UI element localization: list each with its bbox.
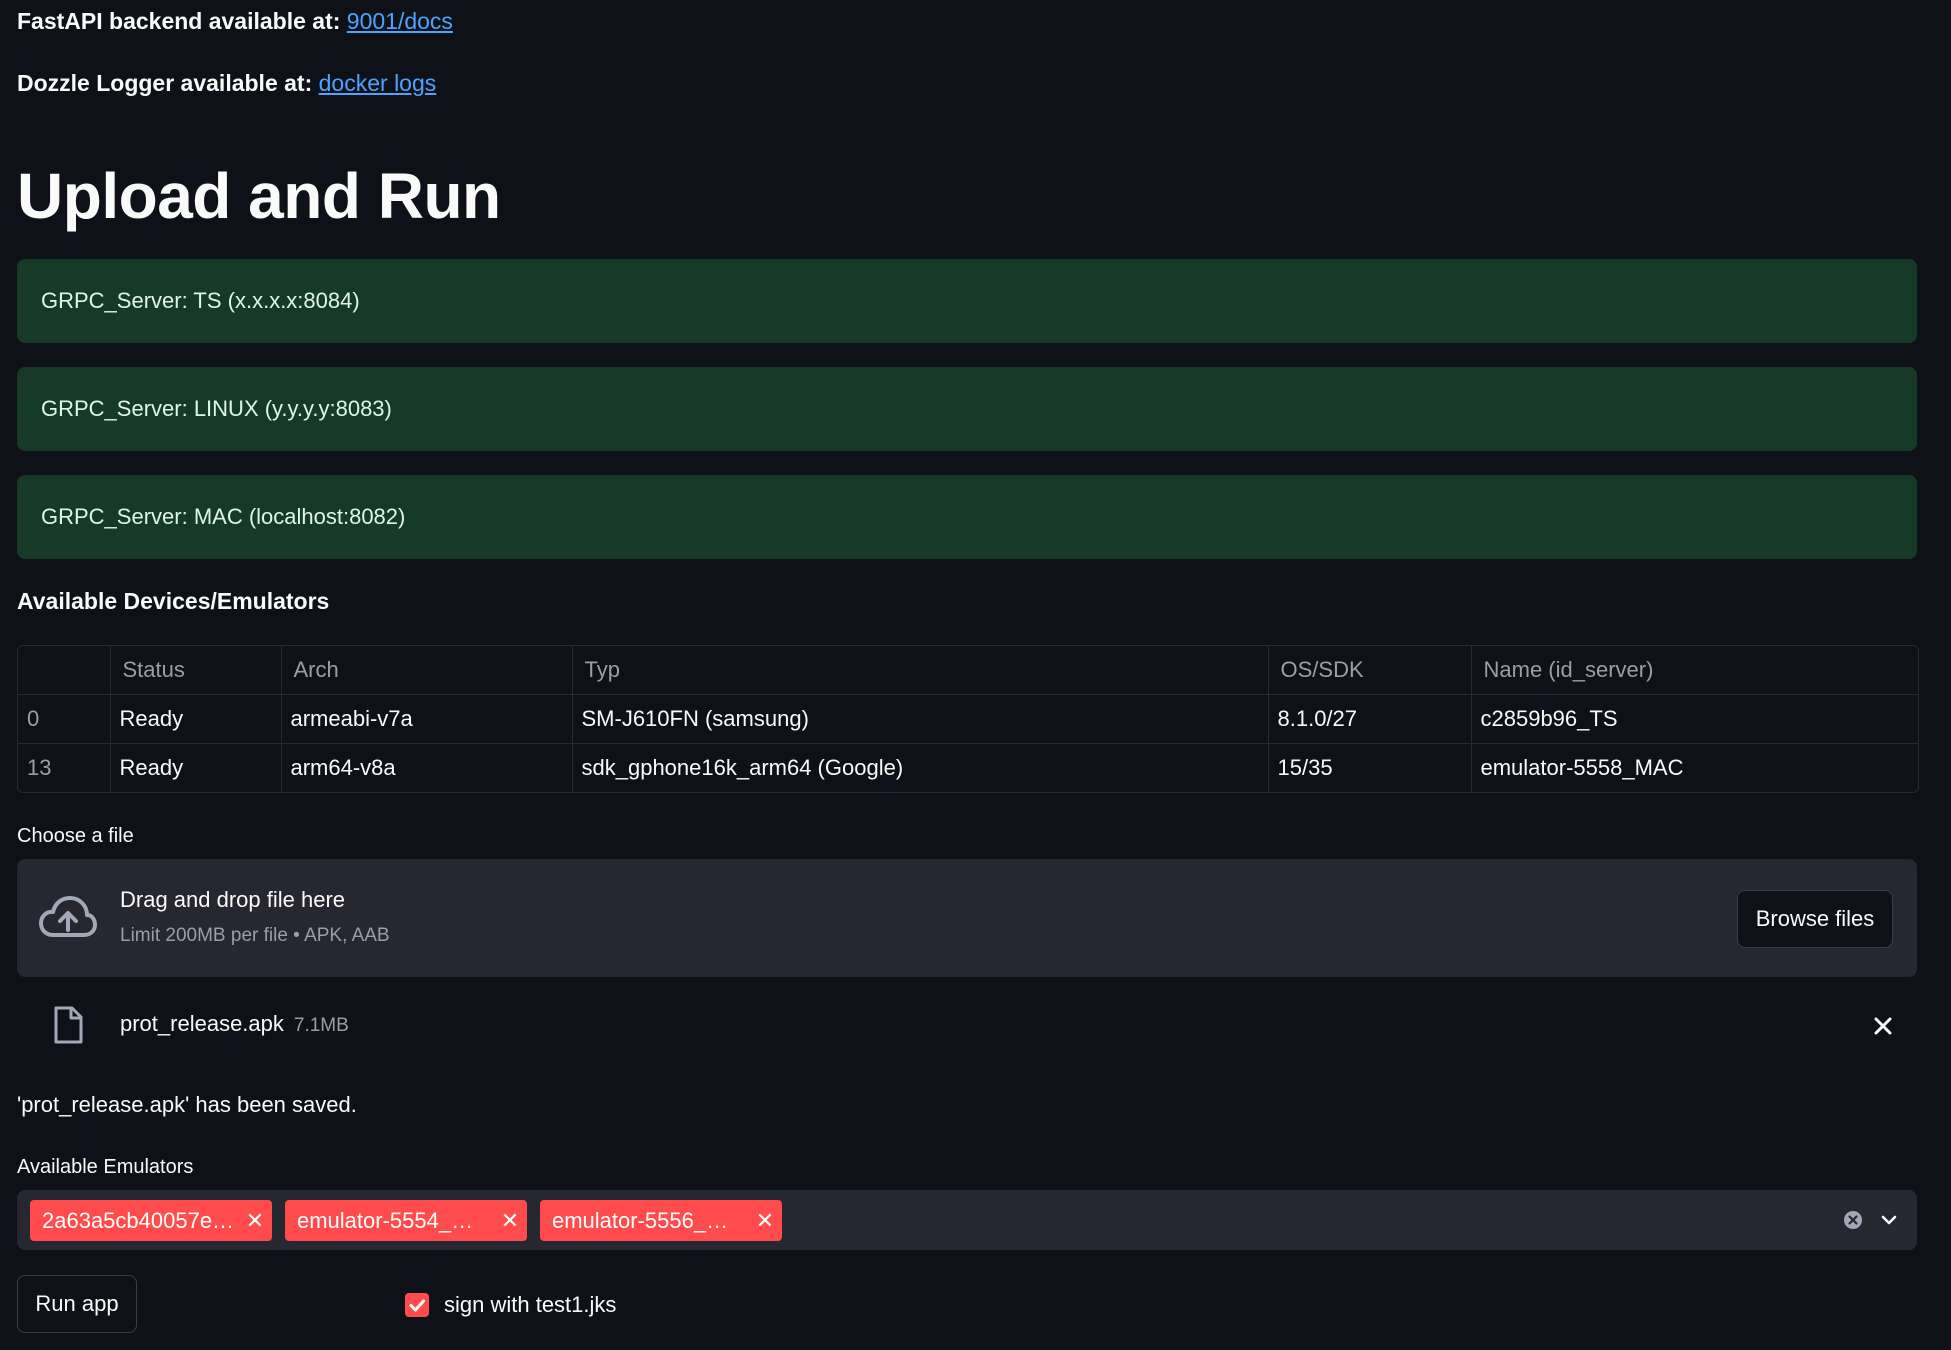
row-index: 13 bbox=[18, 743, 111, 792]
cell-typ: SM-J610FN (samsung) bbox=[572, 694, 1269, 744]
fastapi-info: FastAPI backend available at: 9001/docs bbox=[17, 6, 453, 36]
cloud-upload-icon bbox=[39, 896, 97, 937]
server-status-ts: GRPC_Server: TS (x.x.x.x:8084) bbox=[17, 259, 1917, 343]
devices-heading: Available Devices/Emulators bbox=[17, 588, 330, 614]
server-status-linux: GRPC_Server: LINUX (y.y.y.y:8083) bbox=[17, 367, 1917, 451]
saved-message: 'prot_release.apk' has been saved. bbox=[17, 1092, 357, 1117]
row-index: 0 bbox=[18, 694, 111, 744]
fastapi-label: FastAPI backend available at: bbox=[17, 8, 341, 34]
dropzone-instructions: Drag and drop file here bbox=[120, 887, 346, 912]
close-icon[interactable] bbox=[1869, 1012, 1897, 1040]
chip-remove-icon[interactable]: ✕ bbox=[493, 1208, 527, 1234]
cell-status: Ready bbox=[110, 743, 282, 792]
devices-table[interactable]: Status Arch Typ OS/SDK Name (id_server) … bbox=[17, 645, 1919, 793]
dozzle-label: Dozzle Logger available at: bbox=[17, 70, 313, 96]
dozzle-info: Dozzle Logger available at: docker logs bbox=[17, 68, 436, 98]
run-app-button[interactable]: Run app bbox=[17, 1275, 137, 1333]
column-header-arch[interactable]: Arch bbox=[281, 646, 573, 695]
uploaded-file-name: prot_release.apk bbox=[120, 1011, 284, 1036]
uploaded-file: prot_release.apk 7.1MB bbox=[17, 1000, 1917, 1052]
column-header-name[interactable]: Name (id_server) bbox=[1471, 646, 1918, 695]
emulator-chip[interactable]: emulator-5554_… ✕ bbox=[285, 1200, 527, 1241]
table-header-row: Status Arch Typ OS/SDK Name (id_server) bbox=[18, 646, 1918, 695]
chip-label: emulator-5554_… bbox=[297, 1207, 474, 1233]
file-icon bbox=[54, 1006, 83, 1044]
chip-remove-icon[interactable]: ✕ bbox=[238, 1208, 272, 1234]
file-dropzone[interactable]: Drag and drop file here Limit 200MB per … bbox=[17, 859, 1917, 977]
chip-label: 2a63a5cb40057e… bbox=[42, 1207, 235, 1233]
column-header-os-sdk[interactable]: OS/SDK bbox=[1268, 646, 1472, 695]
uploaded-file-size: 7.1MB bbox=[293, 1015, 349, 1036]
uploaded-file-info: prot_release.apk 7.1MB bbox=[120, 1011, 349, 1037]
chip-label: emulator-5556_… bbox=[552, 1207, 729, 1233]
chevron-down-icon[interactable] bbox=[1879, 1210, 1899, 1230]
cell-typ: sdk_gphone16k_arm64 (Google) bbox=[572, 743, 1269, 792]
cell-status: Ready bbox=[110, 694, 282, 744]
column-header-status[interactable]: Status bbox=[110, 646, 282, 695]
clear-all-icon[interactable] bbox=[1843, 1210, 1863, 1230]
emulator-chip[interactable]: emulator-5556_… ✕ bbox=[540, 1200, 782, 1241]
streamlit-page: FastAPI backend available at: 9001/docs … bbox=[0, 0, 1951, 1350]
cell-name: c2859b96_TS bbox=[1471, 694, 1918, 744]
file-uploader-label: Choose a file bbox=[17, 825, 134, 847]
fastapi-docs-link[interactable]: 9001/docs bbox=[347, 8, 453, 34]
column-header-index[interactable] bbox=[18, 646, 111, 695]
cell-arch: armeabi-v7a bbox=[281, 694, 573, 744]
server-status-mac: GRPC_Server: MAC (localhost:8082) bbox=[17, 475, 1917, 559]
table-row[interactable]: 0 Ready armeabi-v7a SM-J610FN (samsung) … bbox=[18, 694, 1918, 744]
docker-logs-link[interactable]: docker logs bbox=[319, 70, 437, 96]
emulator-chip[interactable]: 2a63a5cb40057e… ✕ bbox=[30, 1200, 272, 1241]
sign-checkbox[interactable] bbox=[405, 1293, 429, 1317]
table-row[interactable]: 13 Ready arm64-v8a sdk_gphone16k_arm64 (… bbox=[18, 743, 1918, 792]
column-header-typ[interactable]: Typ bbox=[572, 646, 1269, 695]
emulators-label: Available Emulators bbox=[17, 1156, 194, 1178]
chip-remove-icon[interactable]: ✕ bbox=[748, 1208, 782, 1234]
cell-os-sdk: 15/35 bbox=[1268, 743, 1472, 792]
dropzone-limit: Limit 200MB per file • APK, AAB bbox=[120, 925, 390, 946]
cell-arch: arm64-v8a bbox=[281, 743, 573, 792]
browse-files-button[interactable]: Browse files bbox=[1737, 890, 1893, 948]
cell-os-sdk: 8.1.0/27 bbox=[1268, 694, 1472, 744]
emulators-multiselect[interactable]: 2a63a5cb40057e… ✕ emulator-5554_… ✕ emul… bbox=[17, 1190, 1917, 1250]
page-title: Upload and Run bbox=[17, 160, 501, 232]
cell-name: emulator-5558_MAC bbox=[1480, 755, 1684, 780]
sign-checkbox-label[interactable]: sign with test1.jks bbox=[444, 1290, 616, 1320]
